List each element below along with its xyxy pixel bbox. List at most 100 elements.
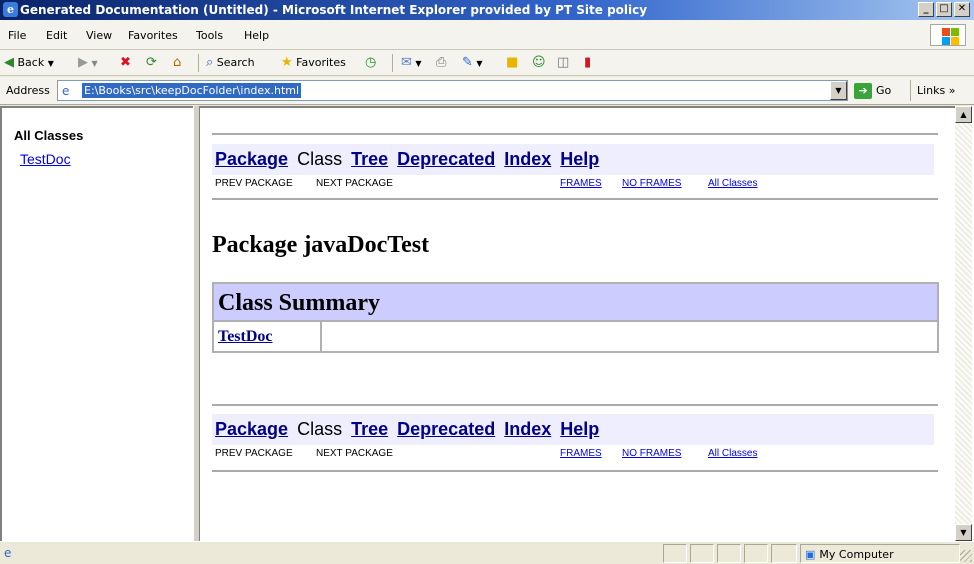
all-classes-heading: All Classes xyxy=(14,128,84,143)
menu-file[interactable]: File xyxy=(8,29,26,42)
edit-button[interactable]: ✎ ▼ xyxy=(462,54,483,72)
search-button[interactable]: ⌕ Search xyxy=(206,54,255,72)
nav-index-link[interactable]: Index xyxy=(504,419,551,439)
edit-dropdown-icon[interactable]: ▼ xyxy=(476,59,482,68)
close-button[interactable]: ✕ xyxy=(954,2,970,17)
history-button[interactable]: ◷ xyxy=(365,54,376,72)
summary-class-link-testdoc[interactable]: TestDoc xyxy=(218,328,273,345)
nav-package-link[interactable]: Package xyxy=(215,149,288,169)
go-button[interactable]: ➔ Go xyxy=(854,82,891,100)
nav-help-link[interactable]: Help xyxy=(560,419,599,439)
nav-class-text: Class xyxy=(297,419,343,439)
mail-button[interactable]: ✉ ▼ xyxy=(401,54,422,72)
menu-help[interactable]: Help xyxy=(244,29,269,42)
minimize-button[interactable]: _ xyxy=(918,2,934,17)
toolbar: ◀ Back ▼ ▶ ▼ ✖ ⟳ ⌂ ⌕ Search ★ Favorites … xyxy=(0,50,974,76)
nav-index-link[interactable]: Index xyxy=(504,149,551,169)
nav-deprecated-link[interactable]: Deprecated xyxy=(397,419,495,439)
no-frames-link[interactable]: NO FRAMES xyxy=(622,448,681,459)
zone-label: My Computer xyxy=(819,548,894,561)
address-label: Address xyxy=(6,84,50,97)
address-input[interactable]: e E:\Books\src\keepDocFolder\index.html xyxy=(57,80,848,101)
forward-button[interactable]: ▶ ▼ xyxy=(78,54,98,72)
links-label: Links xyxy=(917,84,946,97)
favorites-button[interactable]: ★ Favorites xyxy=(281,54,346,72)
edit-icon: ✎ xyxy=(462,55,473,70)
address-value[interactable]: E:\Books\src\keepDocFolder\index.html xyxy=(82,83,302,98)
menu-tools[interactable]: Tools xyxy=(196,29,223,42)
go-label: Go xyxy=(876,84,892,97)
nav-package-link[interactable]: Package xyxy=(215,419,288,439)
status-panel xyxy=(744,544,768,563)
nav-help-link[interactable]: Help xyxy=(560,149,599,169)
refresh-icon: ⟳ xyxy=(146,55,157,70)
summary-description-cell xyxy=(324,322,937,351)
page-status-icon: e xyxy=(4,546,12,560)
divider xyxy=(212,470,938,472)
forward-dropdown-icon[interactable]: ▼ xyxy=(92,59,98,68)
stop-icon: ✖ xyxy=(120,55,131,70)
home-button[interactable]: ⌂ xyxy=(173,54,181,72)
browser-content: All Classes TestDoc Package Class Tree D… xyxy=(0,106,974,541)
title-bar[interactable]: e Generated Documentation (Untitled) - M… xyxy=(0,0,974,20)
home-icon: ⌂ xyxy=(173,55,182,70)
status-bar: e ▣ My Computer xyxy=(0,541,974,564)
back-arrow-icon: ◀ xyxy=(4,55,14,70)
nav-tree-link[interactable]: Tree xyxy=(351,149,388,169)
security-zone: ▣ My Computer xyxy=(800,544,960,563)
notes-button[interactable]: ■ xyxy=(506,54,518,72)
frame-splitter[interactable] xyxy=(193,106,200,541)
back-button[interactable]: ◀ Back ▼ xyxy=(4,54,54,72)
bottom-nav-bar: Package Class Tree Deprecated Index Help xyxy=(212,414,934,445)
top-nav-bar: Package Class Tree Deprecated Index Help xyxy=(212,144,934,175)
nav-tree-link[interactable]: Tree xyxy=(351,419,388,439)
no-frames-link[interactable]: NO FRAMES xyxy=(622,178,681,189)
resize-grip[interactable] xyxy=(960,550,972,562)
maximize-button[interactable]: □ xyxy=(936,2,952,17)
package-title: Package javaDocTest xyxy=(212,232,430,258)
nav-class-text: Class xyxy=(297,149,343,169)
prev-package-text: PREV PACKAGE xyxy=(215,178,293,189)
menu-edit[interactable]: Edit xyxy=(46,29,67,42)
class-summary-heading: Class Summary xyxy=(214,284,937,322)
next-package-text: NEXT PACKAGE xyxy=(316,448,393,459)
address-dropdown-button[interactable]: ▼ xyxy=(830,81,847,100)
address-bar: Address e E:\Books\src\keepDocFolder\ind… xyxy=(0,77,974,105)
refresh-button[interactable]: ⟳ xyxy=(146,54,157,72)
all-classes-link[interactable]: All Classes xyxy=(708,448,757,459)
research-icon: ◫ xyxy=(557,55,570,70)
research-button[interactable]: ◫ xyxy=(557,54,569,72)
mail-icon: ✉ xyxy=(401,55,412,70)
menu-favorites[interactable]: Favorites xyxy=(128,29,178,42)
print-icon: ⎙ xyxy=(436,55,447,70)
messenger-button[interactable]: ☺ xyxy=(532,54,546,72)
pdf-icon: ▮ xyxy=(584,55,592,70)
class-summary-table: Class Summary TestDoc xyxy=(212,282,939,353)
status-panel xyxy=(717,544,741,563)
back-dropdown-icon[interactable]: ▼ xyxy=(48,59,54,68)
nav-deprecated-link[interactable]: Deprecated xyxy=(397,149,495,169)
class-link-testdoc[interactable]: TestDoc xyxy=(20,151,71,167)
all-classes-link[interactable]: All Classes xyxy=(708,178,757,189)
vertical-scrollbar[interactable]: ▲ ▼ xyxy=(955,106,972,541)
scroll-up-button[interactable]: ▲ xyxy=(955,106,972,123)
divider xyxy=(212,198,938,200)
search-label: Search xyxy=(216,56,255,69)
links-button[interactable]: Links » xyxy=(910,80,956,101)
print-button[interactable]: ⎙ xyxy=(436,54,446,72)
stop-button[interactable]: ✖ xyxy=(120,54,131,72)
pdf-button[interactable]: ▮ xyxy=(584,54,591,72)
toolbar-separator xyxy=(392,54,393,72)
menu-view[interactable]: View xyxy=(86,29,112,42)
status-panel xyxy=(771,544,797,563)
frames-link[interactable]: FRAMES xyxy=(560,178,602,189)
search-icon: ⌕ xyxy=(206,55,214,70)
class-list-frame: All Classes TestDoc xyxy=(0,106,193,541)
mail-dropdown-icon[interactable]: ▼ xyxy=(415,59,421,68)
frames-link[interactable]: FRAMES xyxy=(560,448,602,459)
next-package-text: NEXT PACKAGE xyxy=(316,178,393,189)
notes-icon: ■ xyxy=(506,55,519,70)
go-arrow-icon: ➔ xyxy=(854,83,872,99)
windows-logo-icon xyxy=(930,24,966,46)
scroll-down-button[interactable]: ▼ xyxy=(955,524,972,541)
